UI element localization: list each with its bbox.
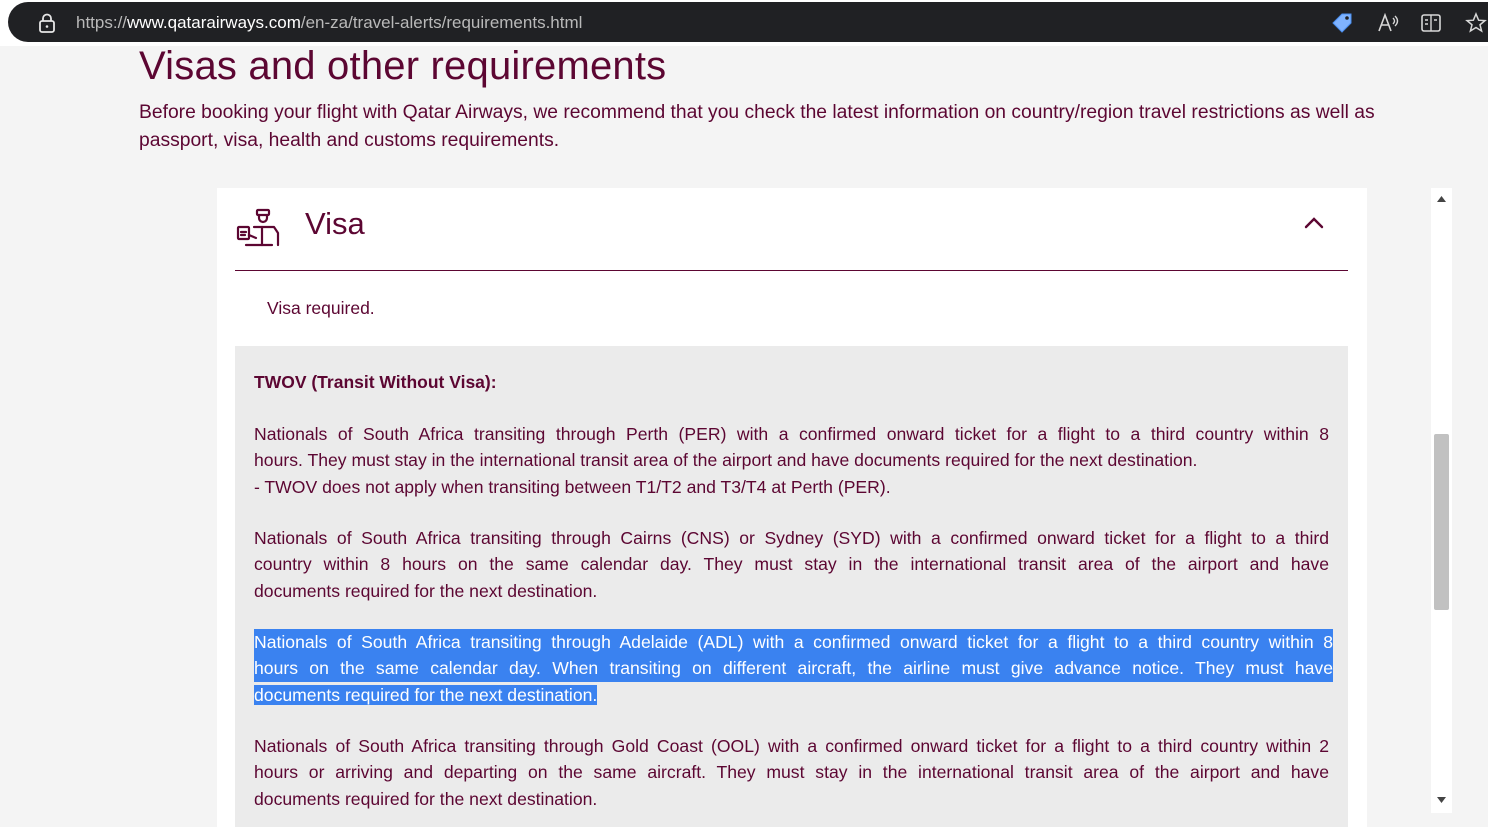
read-aloud-icon[interactable] xyxy=(1376,12,1400,34)
twov-paragraph-cairns-sydney: Nationals of South Africa transiting thr… xyxy=(254,525,1329,604)
scroll-down-arrow-icon[interactable] xyxy=(1436,795,1447,805)
selected-line: hours on the same calendar day. When tra… xyxy=(254,655,1333,682)
paragraph-line: hours or arriving and departing on the s… xyxy=(254,762,1329,783)
twov-paragraph-adelaide[interactable]: Nationals of South Africa transiting thr… xyxy=(254,629,1333,708)
section-divider xyxy=(235,270,1348,271)
browser-toolbar: https://www.qatarairways.com/en-za/trave… xyxy=(0,0,1488,46)
visa-status-text: Visa required. xyxy=(267,298,375,318)
selected-line: documents required for the next destinat… xyxy=(254,684,598,705)
paragraph-line: - TWOV does not apply when transiting be… xyxy=(254,476,891,497)
url-path: /en-za/travel-alerts/requirements.html xyxy=(300,13,583,32)
url-prefix: https:// xyxy=(76,13,128,32)
paragraph-line: documents required for the next destinat… xyxy=(254,580,598,601)
address-bar[interactable]: https://www.qatarairways.com/en-za/trave… xyxy=(8,2,1488,42)
paragraph-line: Nationals of South Africa transiting thr… xyxy=(254,424,1329,444)
url-domain: www.qatarairways.com xyxy=(127,13,301,32)
paragraph-line: hours. They must stay in the internation… xyxy=(254,450,1198,471)
paragraph-line: Nationals of South Africa transiting thr… xyxy=(254,528,1329,548)
intro-text: Before booking your flight with Qatar Ai… xyxy=(139,102,1375,151)
lock-icon[interactable] xyxy=(38,13,56,33)
twov-paragraph-gold-coast: Nationals of South Africa transiting thr… xyxy=(254,733,1329,812)
chevron-up-icon[interactable] xyxy=(1303,212,1325,234)
page-title: Visas and other requirements xyxy=(139,44,667,88)
twov-paragraph-perth: Nationals of South Africa transiting thr… xyxy=(254,421,1329,500)
favorite-star-icon[interactable] xyxy=(1464,12,1488,34)
paragraph-line: Nationals of South Africa transiting thr… xyxy=(254,736,1329,756)
scroll-up-arrow-icon[interactable] xyxy=(1436,194,1447,204)
scrollbar-thumb[interactable] xyxy=(1434,434,1449,610)
paragraph-line: country within 8 hours on the same calen… xyxy=(254,554,1329,575)
twov-heading: TWOV (Transit Without Visa): xyxy=(254,372,497,392)
visa-section-title[interactable]: Visa xyxy=(305,206,365,242)
selected-line: Nationals of South Africa transiting thr… xyxy=(254,629,1333,656)
paragraph-line: documents required for the next destinat… xyxy=(254,788,598,809)
visa-accordion: Visa Visa required. TWOV (Transit Withou… xyxy=(217,188,1367,827)
url-text[interactable]: https://www.qatarairways.com/en-za/trave… xyxy=(76,13,582,33)
visa-officer-icon xyxy=(236,208,280,247)
reader-view-icon[interactable] xyxy=(1420,12,1444,34)
price-tag-icon[interactable] xyxy=(1330,12,1354,34)
